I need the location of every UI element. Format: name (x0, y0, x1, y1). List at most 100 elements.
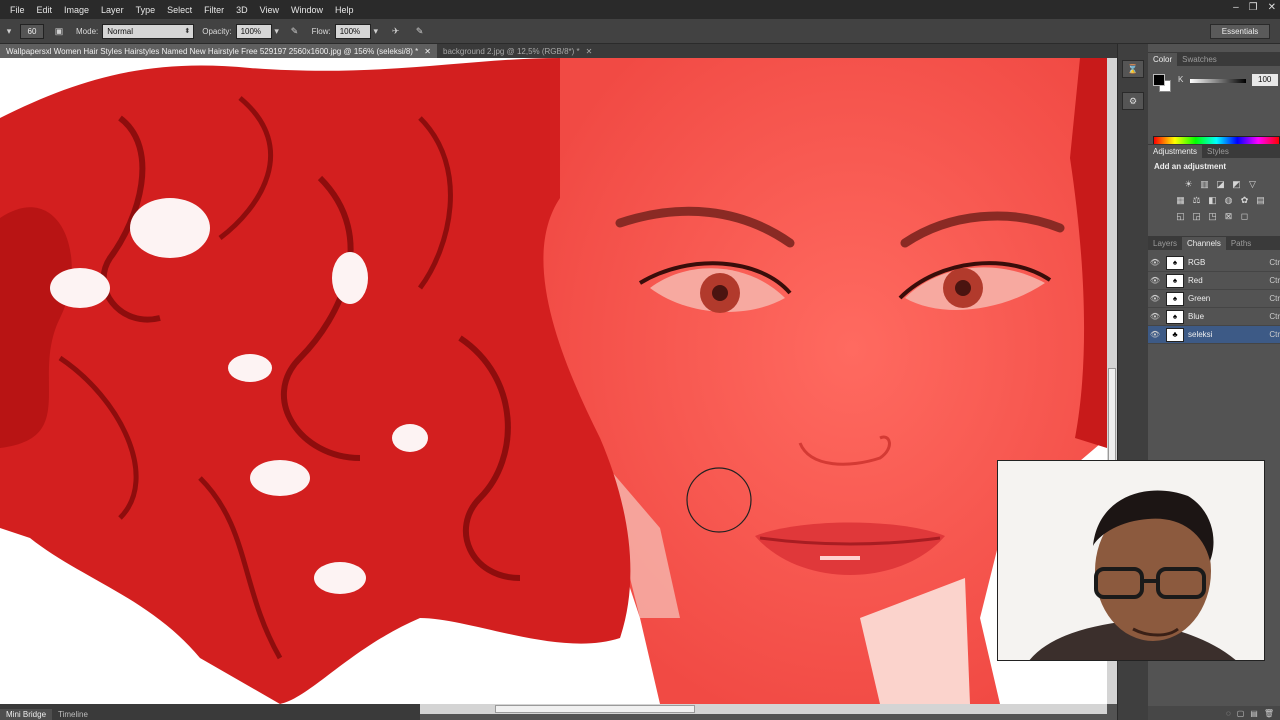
channel-thumbnail: ♠ (1166, 309, 1184, 324)
load-selection-icon[interactable]: ◌ (1226, 709, 1231, 718)
channel-name: seleksi (1188, 330, 1213, 339)
channel-thumbnail: ♠ (1166, 255, 1184, 270)
selective-color-icon[interactable]: ◻ (1238, 210, 1251, 223)
visibility-eye-icon[interactable]: 👁 (1148, 330, 1162, 339)
tab-paths[interactable]: Paths (1226, 237, 1256, 250)
tab-mini-bridge[interactable]: Mini Bridge (0, 709, 53, 720)
tab-channels[interactable]: Channels (1182, 237, 1226, 250)
window-controls: – ❐ ✕ (1233, 2, 1276, 13)
new-channel-icon[interactable]: ▤ (1250, 709, 1258, 718)
visibility-eye-icon[interactable]: 👁 (1148, 258, 1162, 267)
posterize-icon[interactable]: ◲ (1190, 210, 1203, 223)
mode-label: Mode: (76, 26, 99, 36)
webcam-overlay (997, 460, 1265, 661)
channel-thumbnail: ♣ (1166, 327, 1184, 342)
brush-size-picker[interactable]: 60 (20, 23, 44, 39)
opacity-field[interactable]: 100% (235, 23, 272, 39)
document-canvas[interactable] (0, 58, 1107, 704)
menu-view[interactable]: View (254, 5, 285, 15)
canvas-image (0, 58, 1107, 704)
channel-mixer-icon[interactable]: ✿ (1238, 194, 1251, 207)
channels-footer: ◌ ▢ ▤ 🗑 (1148, 706, 1280, 720)
exposure-icon[interactable]: ◩ (1230, 178, 1243, 191)
horizontal-scrollbar[interactable] (420, 704, 1107, 714)
channel-row-blue[interactable]: 👁 ♠ Blue Ctr (1148, 308, 1280, 326)
tab-adjustments[interactable]: Adjustments (1148, 145, 1203, 158)
menu-filter[interactable]: Filter (198, 5, 230, 15)
channel-shortcut: Ctr (1269, 294, 1280, 303)
adjustment-icons-row: ☀ ▥ ◪ ◩ ▽ (1148, 178, 1280, 191)
k-value-field[interactable]: 100 (1252, 74, 1278, 86)
tab-document-background[interactable]: background 2.jpg @ 12,5% (RGB/8*) * ✕ (437, 44, 598, 58)
tab-color[interactable]: Color (1148, 53, 1178, 66)
opacity-dropdown-icon[interactable]: ▾ (272, 26, 282, 37)
flow-label: Flow: (311, 26, 331, 36)
history-icon[interactable]: ⌛ (1122, 60, 1144, 78)
airbrush-icon[interactable]: ✈ (387, 26, 405, 37)
brush-size-value: 60 (27, 26, 37, 36)
menu-type[interactable]: Type (130, 5, 162, 15)
document-tabs: Wallpapersxl Women Hair Styles Hairstyle… (0, 44, 1117, 58)
menu-help[interactable]: Help (329, 5, 360, 15)
photo-filter-icon[interactable]: ◍ (1222, 194, 1235, 207)
menu-edit[interactable]: Edit (31, 5, 59, 15)
tab-swatches[interactable]: Swatches (1177, 53, 1222, 66)
vibrance-icon[interactable]: ▽ (1246, 178, 1259, 191)
workspace-switcher[interactable]: Essentials (1210, 24, 1270, 39)
brightness-icon[interactable]: ☀ (1182, 178, 1195, 191)
channel-name: Blue (1188, 312, 1205, 321)
save-selection-icon[interactable]: ▢ (1237, 709, 1245, 718)
menu-image[interactable]: Image (58, 5, 95, 15)
hue-saturation-icon[interactable]: ▦ (1174, 194, 1187, 207)
restore-icon[interactable]: ❐ (1249, 2, 1258, 13)
channel-row-green[interactable]: 👁 ♠ Green Ctr (1148, 290, 1280, 308)
flow-dropdown-icon[interactable]: ▾ (371, 26, 381, 37)
visibility-eye-icon[interactable]: 👁 (1148, 312, 1162, 321)
brush-panel-icon[interactable]: ▣ (50, 26, 68, 37)
close-tab-icon[interactable]: ✕ (586, 47, 593, 56)
channel-shortcut: Ctr (1269, 276, 1280, 285)
tab-styles[interactable]: Styles (1202, 145, 1234, 158)
threshold-icon[interactable]: ◳ (1206, 210, 1219, 223)
pressure-size-icon[interactable]: ✎ (411, 26, 429, 37)
close-icon[interactable]: ✕ (1268, 2, 1276, 13)
black-white-icon[interactable]: ◧ (1206, 194, 1219, 207)
channel-thumbnail: ♠ (1166, 273, 1184, 288)
channel-row-rgb[interactable]: 👁 ♠ RGB Ctr (1148, 254, 1280, 272)
delete-channel-icon[interactable]: 🗑 (1264, 709, 1274, 718)
channel-row-seleksi[interactable]: 👁 ♣ seleksi Ctr (1148, 326, 1280, 344)
mode-select[interactable]: Normal ⬍ (102, 23, 195, 39)
tab-timeline[interactable]: Timeline (52, 709, 94, 720)
curves-icon[interactable]: ◪ (1214, 178, 1227, 191)
menu-3d[interactable]: 3D (230, 5, 254, 15)
minimize-icon[interactable]: – (1233, 2, 1239, 13)
channel-row-red[interactable]: 👁 ♠ Red Ctr (1148, 272, 1280, 290)
color-lookup-icon[interactable]: ▤ (1254, 194, 1267, 207)
flow-field[interactable]: 100% (334, 23, 371, 39)
properties-icon[interactable]: ⚙ (1122, 92, 1144, 110)
color-balance-icon[interactable]: ⚖ (1190, 194, 1203, 207)
visibility-eye-icon[interactable]: 👁 (1148, 276, 1162, 285)
menu-layer[interactable]: Layer (95, 5, 130, 15)
foreground-color-swatch[interactable] (1153, 74, 1165, 86)
close-tab-icon[interactable]: ✕ (424, 47, 431, 56)
tab-document-active[interactable]: Wallpapersxl Women Hair Styles Hairstyle… (0, 44, 437, 58)
adjustments-panel: Adjustments Styles Add an adjustment ☀ ▥… (1148, 144, 1280, 234)
options-bar: ▾ 60 ▣ Mode: Normal ⬍ Opacity: 100% ▾ ✎ … (0, 19, 1280, 44)
k-slider[interactable] (1190, 79, 1246, 83)
tab-layers[interactable]: Layers (1148, 237, 1182, 250)
visibility-eye-icon[interactable]: 👁 (1148, 294, 1162, 303)
channel-thumbnail: ♠ (1166, 291, 1184, 306)
menu-file[interactable]: File (4, 5, 31, 15)
tool-preset-icon[interactable]: ▾ (2, 26, 16, 37)
menu-select[interactable]: Select (161, 5, 198, 15)
menu-bar: File Edit Image Layer Type Select Filter… (0, 0, 1280, 19)
levels-icon[interactable]: ▥ (1198, 178, 1211, 191)
bottom-panel: Mini Bridge Timeline (0, 704, 420, 720)
invert-icon[interactable]: ◱ (1174, 210, 1187, 223)
pressure-opacity-icon[interactable]: ✎ (286, 26, 304, 37)
scroll-thumb[interactable] (495, 705, 695, 713)
gradient-map-icon[interactable]: ⊠ (1222, 210, 1235, 223)
menu-window[interactable]: Window (285, 5, 329, 15)
channel-name: RGB (1188, 258, 1206, 267)
